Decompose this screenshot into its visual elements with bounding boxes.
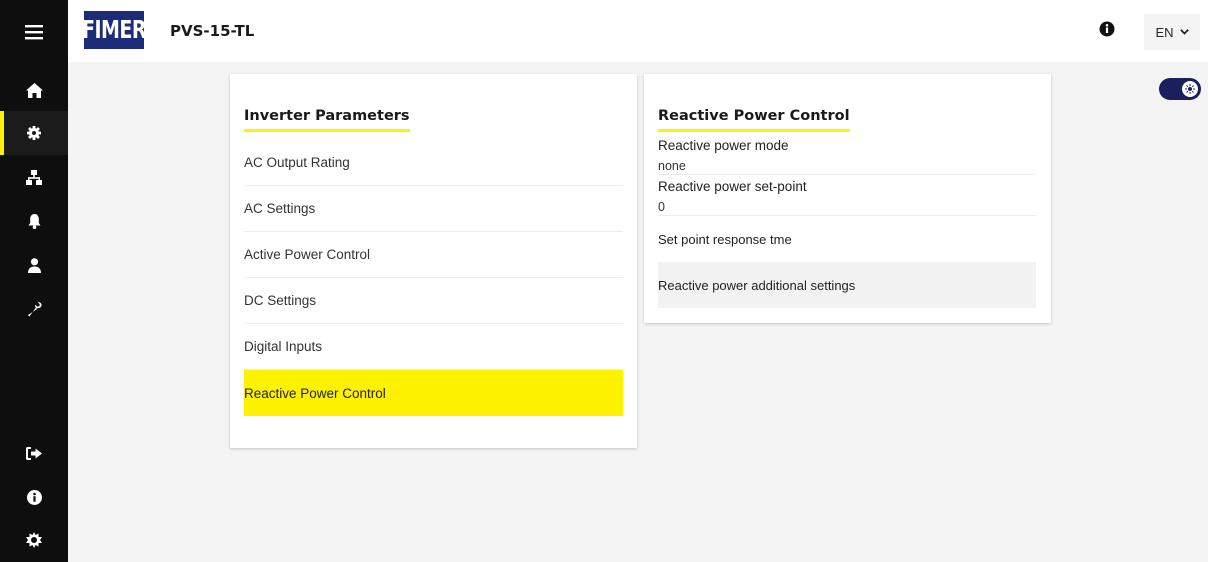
list-item-label: AC Settings bbox=[244, 201, 316, 216]
param-reactive-power-set-point[interactable]: Reactive power set-point 0 bbox=[658, 178, 1036, 216]
language-label: EN bbox=[1155, 24, 1174, 40]
logout-icon bbox=[26, 446, 42, 460]
logo-text: FIMER bbox=[81, 15, 147, 45]
list-item-label: Active Power Control bbox=[244, 247, 371, 262]
language-selector[interactable]: EN bbox=[1144, 14, 1200, 50]
sidebar-item-tools[interactable] bbox=[0, 287, 68, 331]
list-item-dc-settings[interactable]: DC Settings bbox=[244, 278, 623, 324]
hamburger-icon bbox=[25, 25, 43, 40]
sidebar-item-logout[interactable] bbox=[0, 431, 68, 475]
reactive-power-additional-settings[interactable]: Reactive power additional settings bbox=[658, 262, 1036, 308]
theme-toggle[interactable] bbox=[1159, 78, 1201, 100]
top-bar: FIMER PVS-15-TL EN bbox=[68, 0, 1208, 62]
info-icon bbox=[1099, 21, 1115, 37]
param-set-point-response[interactable]: Set point response tme bbox=[658, 216, 1036, 262]
home-icon bbox=[25, 82, 43, 98]
toggle-knob bbox=[1182, 81, 1198, 97]
param-label: Reactive power mode bbox=[658, 138, 789, 153]
list-item-label: Digital Inputs bbox=[244, 339, 323, 354]
inverter-parameters-card: Inverter Parameters AC Output Rating AC … bbox=[230, 74, 637, 448]
gear-icon bbox=[27, 126, 41, 140]
sidebar-item-notifications[interactable] bbox=[0, 199, 68, 243]
bell-icon bbox=[28, 213, 40, 229]
list-item-active-power-control[interactable]: Active Power Control bbox=[244, 232, 623, 278]
sidebar-item-user[interactable] bbox=[0, 243, 68, 287]
info-icon bbox=[26, 489, 42, 505]
param-label: Set point response tme bbox=[658, 231, 792, 247]
list-item-ac-output-rating[interactable]: AC Output Rating bbox=[244, 140, 623, 186]
network-icon bbox=[26, 169, 42, 185]
list-item-label: DC Settings bbox=[244, 293, 317, 308]
param-value: 0 bbox=[658, 200, 665, 214]
list-item-label: AC Output Rating bbox=[244, 155, 350, 170]
sidebar-item-home[interactable] bbox=[0, 68, 68, 112]
list-item-digital-inputs[interactable]: Digital Inputs bbox=[244, 324, 623, 370]
sun-icon bbox=[1185, 84, 1195, 94]
param-reactive-power-mode[interactable]: Reactive power mode none bbox=[658, 137, 1036, 175]
reactive-power-control-card: Reactive Power Control Reactive power mo… bbox=[644, 74, 1051, 323]
param-label: Reactive power additional settings bbox=[658, 277, 856, 293]
sidebar-item-theme[interactable] bbox=[0, 518, 68, 562]
user-icon bbox=[27, 257, 41, 273]
card-title: Inverter Parameters bbox=[244, 108, 410, 132]
list-item-reactive-power-control[interactable]: Reactive Power Control bbox=[244, 370, 623, 416]
list-item-ac-settings[interactable]: AC Settings bbox=[244, 186, 623, 232]
menu-button[interactable] bbox=[0, 10, 68, 54]
device-name: PVS-15-TL bbox=[170, 22, 255, 40]
sidebar bbox=[0, 0, 68, 562]
card-title: Reactive Power Control bbox=[658, 108, 850, 132]
wrench-icon bbox=[27, 301, 42, 317]
list-item-label: Reactive Power Control bbox=[244, 385, 386, 401]
sun-icon bbox=[26, 532, 42, 548]
param-value: none bbox=[658, 159, 686, 173]
sidebar-item-network[interactable] bbox=[0, 155, 68, 199]
fimer-logo[interactable]: FIMER bbox=[81, 11, 147, 49]
chevron-down-icon bbox=[1179, 29, 1189, 35]
sidebar-item-settings[interactable] bbox=[0, 111, 68, 155]
param-label: Reactive power set-point bbox=[658, 179, 807, 194]
header-info-button[interactable] bbox=[1098, 21, 1116, 40]
sidebar-item-info[interactable] bbox=[0, 475, 68, 519]
